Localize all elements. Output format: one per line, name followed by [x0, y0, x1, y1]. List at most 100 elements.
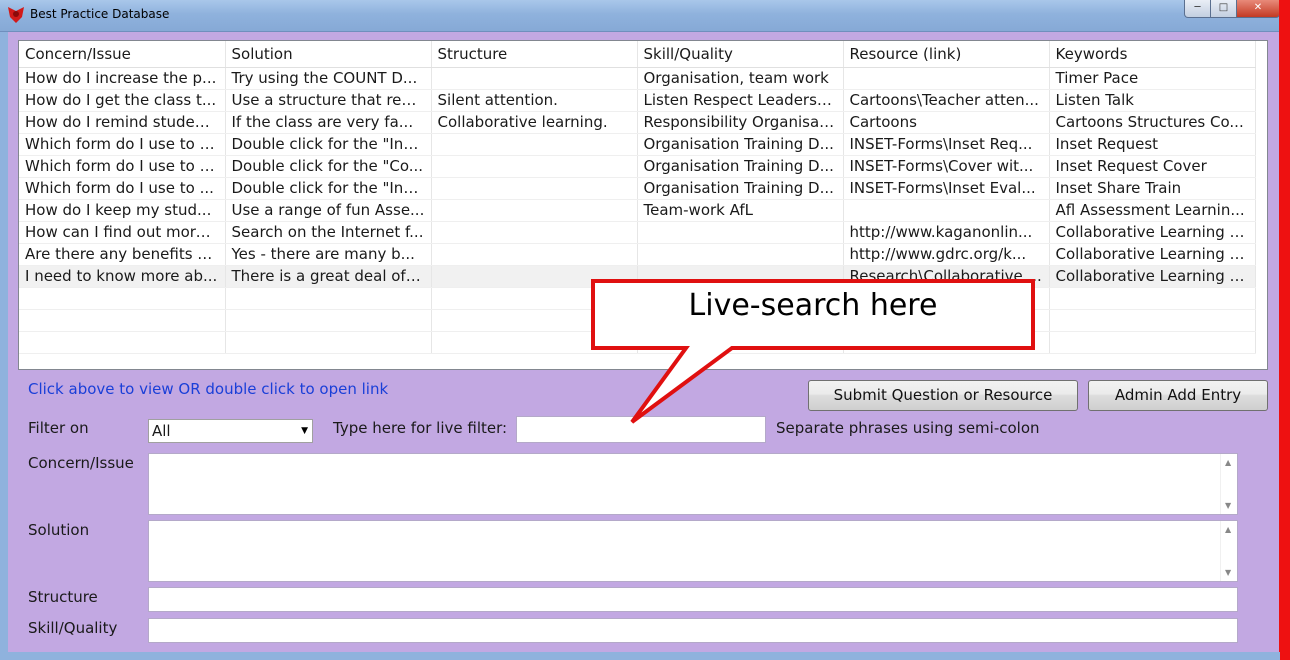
table-row[interactable]: How do I increase the p... Try using the …: [19, 67, 1256, 90]
header-row: Concern/Issue Solution Structure Skill/Qual…: [19, 41, 1256, 68]
structure-field[interactable]: [148, 587, 1238, 612]
table-cell[interactable]: Inset Request Cover: [1049, 155, 1256, 178]
table-cell[interactable]: [637, 243, 844, 266]
concern-textarea[interactable]: ▲ ▼: [148, 453, 1238, 515]
table-cell[interactable]: Use a range of fun Asse...: [225, 199, 432, 222]
table-cell[interactable]: [431, 133, 638, 156]
table-row[interactable]: How can I find out more... Search on the …: [19, 221, 1256, 244]
table-cell[interactable]: How do I remind studen...: [19, 111, 226, 134]
table-cell[interactable]: Double click for the "Ins...: [225, 177, 432, 200]
table-cell[interactable]: Which form do I use to r...: [19, 133, 226, 156]
table-cell[interactable]: [431, 199, 638, 222]
table-cell[interactable]: How do I keep my stud...: [19, 199, 226, 222]
column-header[interactable]: Resource (link): [843, 41, 1050, 68]
chevron-down-icon: ▼: [301, 426, 308, 436]
table-cell[interactable]: If the class are very fa...: [225, 111, 432, 134]
callout-text: Live-search here: [688, 288, 938, 323]
table-cell[interactable]: There is a great deal of ...: [225, 265, 432, 288]
skill-label: Skill/Quality: [28, 619, 118, 637]
table-cell[interactable]: [431, 243, 638, 266]
title-bar: Best Practice Database ─ □ ✕: [0, 0, 1290, 32]
table-cell[interactable]: Collaborative Learning K...: [1049, 221, 1256, 244]
table-cell[interactable]: How can I find out more...: [19, 221, 226, 244]
table-cell[interactable]: Search on the Internet f...: [225, 221, 432, 244]
table-row[interactable]: Are there any benefits o... Yes - there a…: [19, 243, 1256, 266]
window-frame-bottom: [0, 652, 1280, 660]
table-row[interactable]: How do I get the class t... Use a structu…: [19, 89, 1256, 112]
empty-cell: [1049, 331, 1256, 354]
table-cell[interactable]: Listen Respect Leadersh...: [637, 89, 844, 112]
scroll-up-icon[interactable]: ▲: [1225, 458, 1231, 467]
column-header[interactable]: Concern/Issue: [19, 41, 226, 68]
table-cell[interactable]: Organisation, team work: [637, 67, 844, 90]
column-header[interactable]: Structure: [431, 41, 638, 68]
table-cell[interactable]: Silent attention.: [431, 89, 638, 112]
table-cell[interactable]: Timer Pace: [1049, 67, 1256, 90]
table-cell[interactable]: [843, 67, 1050, 90]
scroll-up-icon[interactable]: ▲: [1225, 525, 1231, 534]
table-cell[interactable]: Inset Request: [1049, 133, 1256, 156]
table-cell[interactable]: Organisation Training D...: [637, 155, 844, 178]
admin-add-entry-button[interactable]: Admin Add Entry: [1088, 380, 1268, 411]
column-header[interactable]: Solution: [225, 41, 432, 68]
table-cell[interactable]: Organisation Training D...: [637, 177, 844, 200]
table-row[interactable]: Which form do I use to ... Double click f…: [19, 177, 1256, 200]
table-cell[interactable]: Try using the COUNT D...: [225, 67, 432, 90]
table-cell[interactable]: I need to know more ab...: [19, 265, 226, 288]
table-cell[interactable]: INSET-Forms\Inset Eval...: [843, 177, 1050, 200]
table-cell[interactable]: Organisation Training D...: [637, 133, 844, 156]
filter-on-label: Filter on: [28, 419, 89, 437]
filter-select[interactable]: All ▼: [148, 419, 313, 443]
table-row[interactable]: Which form do I use to r... Double click …: [19, 133, 1256, 156]
column-header[interactable]: Skill/Quality: [637, 41, 844, 68]
table-cell[interactable]: Double click for the "Co...: [225, 155, 432, 178]
table-cell[interactable]: Inset Share Train: [1049, 177, 1256, 200]
table-row[interactable]: Which form do I use to r... Double click …: [19, 155, 1256, 178]
scroll-down-icon[interactable]: ▼: [1225, 501, 1231, 510]
maximize-button[interactable]: □: [1210, 0, 1237, 18]
table-row[interactable]: How do I remind studen... If the class ar…: [19, 111, 1256, 134]
empty-cell: [225, 287, 432, 310]
table-cell[interactable]: Cartoons\Teacher atten...: [843, 89, 1050, 112]
empty-cell: [19, 287, 226, 310]
scroll-down-icon[interactable]: ▼: [1225, 568, 1231, 577]
table-cell[interactable]: Which form do I use to r...: [19, 155, 226, 178]
table-cell[interactable]: Team-work AfL: [637, 199, 844, 222]
window-frame-left: [0, 32, 8, 660]
table-cell[interactable]: Cartoons Structures Co...: [1049, 111, 1256, 134]
table-cell[interactable]: [637, 221, 844, 244]
solution-textarea[interactable]: ▲ ▼: [148, 520, 1238, 582]
skill-field[interactable]: [148, 618, 1238, 643]
table-cell[interactable]: How do I get the class t...: [19, 89, 226, 112]
table-cell[interactable]: INSET-Forms\Inset Req...: [843, 133, 1050, 156]
minimize-button[interactable]: ─: [1184, 0, 1211, 18]
window-frame-right: [1279, 0, 1290, 660]
table-cell[interactable]: Collaborative Learning R...: [1049, 265, 1256, 288]
table-cell[interactable]: Use a structure that req...: [225, 89, 432, 112]
solution-scrollbar[interactable]: ▲ ▼: [1220, 521, 1237, 581]
table-cell[interactable]: Afl Assessment Learnin...: [1049, 199, 1256, 222]
table-cell[interactable]: Which form do I use to ...: [19, 177, 226, 200]
table-cell[interactable]: http://www.gdrc.org/k...: [843, 243, 1050, 266]
structure-label: Structure: [28, 588, 98, 606]
table-cell[interactable]: Collaborative learning.: [431, 111, 638, 134]
table-cell[interactable]: [843, 199, 1050, 222]
table-cell[interactable]: How do I increase the p...: [19, 67, 226, 90]
table-cell[interactable]: INSET-Forms\Cover wit...: [843, 155, 1050, 178]
concern-scrollbar[interactable]: ▲ ▼: [1220, 454, 1237, 514]
close-button[interactable]: ✕: [1236, 0, 1280, 18]
table-cell[interactable]: Are there any benefits o...: [19, 243, 226, 266]
table-cell[interactable]: Double click for the "Ins...: [225, 133, 432, 156]
table-cell[interactable]: [431, 221, 638, 244]
table-cell[interactable]: Cartoons: [843, 111, 1050, 134]
table-cell[interactable]: Collaborative Learning B...: [1049, 243, 1256, 266]
table-cell[interactable]: [431, 155, 638, 178]
table-cell[interactable]: Responsibility Organisati...: [637, 111, 844, 134]
column-header[interactable]: Keywords: [1049, 41, 1256, 68]
table-cell[interactable]: [431, 177, 638, 200]
table-row[interactable]: How do I keep my stud... Use a range of f…: [19, 199, 1256, 222]
table-cell[interactable]: [431, 67, 638, 90]
table-cell[interactable]: Yes - there are many b...: [225, 243, 432, 266]
table-cell[interactable]: http://www.kaganonlin...: [843, 221, 1050, 244]
table-cell[interactable]: Listen Talk: [1049, 89, 1256, 112]
